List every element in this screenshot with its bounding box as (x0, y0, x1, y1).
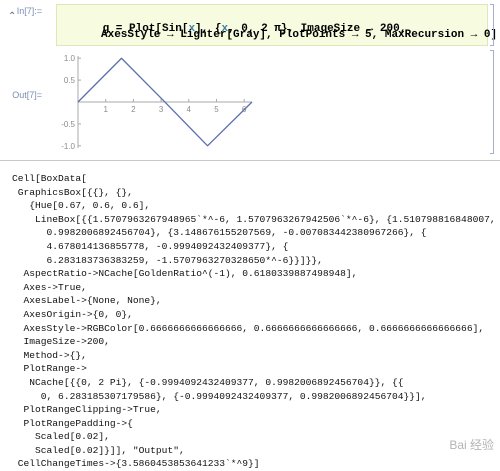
x-tick-label-3: 3 (159, 105, 164, 114)
y-tick-label-1.0: 1.0 (64, 54, 76, 63)
code-line-8: AspectRatio->NCache[GoldenRatio^(-1), 0.… (12, 268, 358, 280)
code-line-18: PlotRangeClipping->True, (12, 404, 162, 416)
code-line-15: PlotRange-> (12, 363, 87, 375)
input-cell[interactable]: g = Plot[Sin[x], {x, 0, 2 π}, ImageSize … (56, 4, 497, 46)
output-cell-bracket[interactable] (490, 50, 494, 154)
code-line-5: 0.9982006892456704}, {3.148676155207569,… (12, 227, 427, 239)
code-line-14: Method->{}, (12, 349, 87, 361)
code-line-4: LineBox[{{1.5707963267948965`*^-6, 1.570… (12, 213, 496, 225)
y-tick-label-0.5: 0.5 (64, 76, 76, 85)
y-tick-label--1.0: -1.0 (61, 142, 75, 151)
cell-divider (0, 160, 500, 161)
code-line-6: 4.678014136855778, -0.9994092432409377},… (12, 240, 289, 252)
sine-plot: 1 2 3 4 5 61.00.5-0.5-1.0 (61, 54, 253, 151)
code-line-17: 0, 6.283185307179586}, {-0.9994092432409… (12, 390, 427, 402)
code-line-12: AxesStyle->RGBColor[0.6666666666666666, … (12, 322, 485, 334)
code-line-16: NCache[{{0, 2 Pi}, {-0.9994092432409377,… (12, 376, 404, 388)
x-tick-label-5: 5 (214, 105, 219, 114)
code-line-22: CellChangeTimes->{3.5860453853641233`*^9… (12, 458, 260, 470)
code-line-7: 6.283183736383259, -1.5707963270328650*^… (12, 254, 323, 266)
code-line-3: {Hue[0.67, 0.6, 0.6], (12, 200, 151, 212)
collapse-arrow-icon[interactable]: ⌃ (8, 12, 18, 22)
y-tick-label--0.5: -0.5 (61, 120, 75, 129)
code-line-11: AxesOrigin->{0, 0}, (12, 308, 133, 320)
code-line-19: PlotRangePadding->{ (12, 417, 133, 429)
cell-expression-block[interactable]: Cell[BoxData[ GraphicsBox[{{}, {}, {Hue[… (12, 172, 496, 471)
x-tick-label-1: 1 (103, 105, 108, 114)
x-tick-label-4: 4 (187, 105, 192, 114)
code-line-9: Axes->True, (12, 281, 87, 293)
plot-output[interactable]: 1 2 3 4 5 6 1.0 0.5 -0.5 -1.0 (56, 50, 256, 154)
code-line-13: ImageSize->200, (12, 336, 110, 348)
watermark-logo: Bai 经验 (449, 438, 494, 452)
input-line-2[interactable]: AxesStyle → Lighter[Gray], PlotPoints → … (101, 29, 497, 41)
code-line-1: Cell[BoxData[ (12, 173, 87, 184)
input-cell-bracket[interactable] (490, 4, 494, 46)
code-line-10: AxesLabel->{None, None}, (12, 295, 162, 307)
notebook-window: In[7]:= ⌃ g = Plot[Sin[x], {x, 0, 2 π}, … (0, 0, 500, 469)
code-line-2: GraphicsBox[{{}, {}, (12, 186, 133, 198)
output-cell-label: Out[7]= (12, 90, 42, 100)
x-tick-label-2: 2 (131, 105, 136, 114)
